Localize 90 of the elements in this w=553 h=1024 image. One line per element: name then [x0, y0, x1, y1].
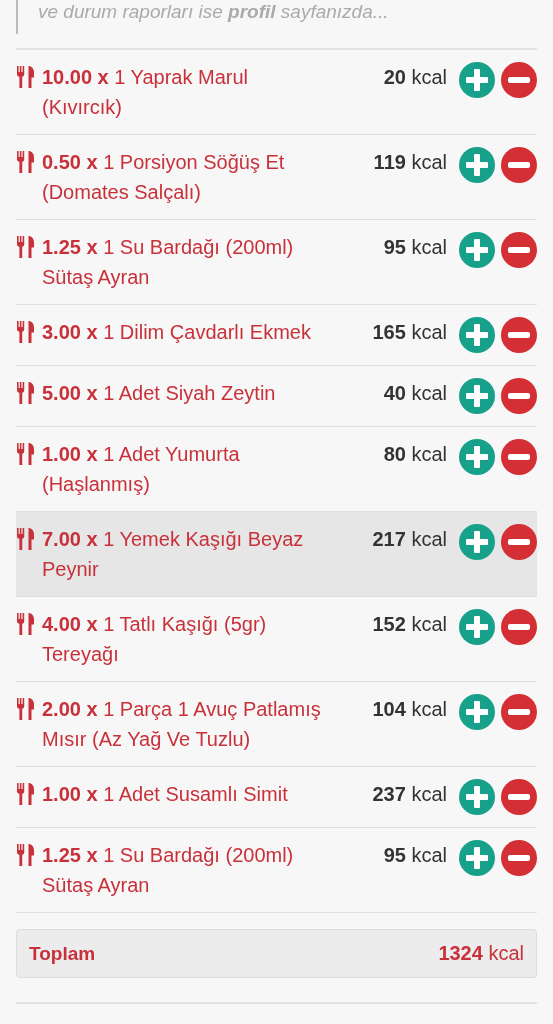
- food-entry: 1.00 x 1 Adet Yumurta (Haşlanmış): [41, 442, 241, 497]
- plus-icon: [466, 616, 488, 638]
- add-button[interactable]: [459, 439, 495, 475]
- plus-icon: [466, 154, 488, 176]
- plus-icon: [466, 531, 488, 553]
- add-button[interactable]: [459, 147, 495, 183]
- fork-knife-icon: [16, 151, 36, 173]
- add-button[interactable]: [459, 840, 495, 876]
- food-entry: 0.50 x 1 Porsiyon Söğüş Et (Domates Salçalı): [41, 150, 286, 205]
- plus-icon: [466, 446, 488, 468]
- fork-knife-icon: [16, 613, 36, 635]
- calorie-value: 165 kcal: [371, 320, 447, 345]
- calorie-value: 152 kcal: [371, 612, 447, 637]
- fork-knife-icon: [16, 783, 36, 805]
- remove-button[interactable]: [501, 524, 537, 560]
- add-button[interactable]: [459, 62, 495, 98]
- minus-icon: [508, 162, 530, 168]
- add-button[interactable]: [459, 378, 495, 414]
- plus-icon: [466, 786, 488, 808]
- remove-button[interactable]: [501, 232, 537, 268]
- calorie-value: 119 kcal: [372, 150, 447, 175]
- remove-button[interactable]: [501, 609, 537, 645]
- fork-knife-icon: [16, 236, 36, 258]
- remove-button[interactable]: [501, 378, 537, 414]
- calorie-value: 40 kcal: [382, 381, 447, 406]
- food-row[interactable]: 4.00 x 1 Tatlı Kaşığı (5gr) Tereyağı 152 kcal: [16, 597, 537, 682]
- add-button[interactable]: [459, 317, 495, 353]
- calorie-value: 20 kcal: [382, 65, 447, 90]
- minus-icon: [508, 624, 530, 630]
- minus-icon: [508, 539, 530, 545]
- remove-button[interactable]: [501, 779, 537, 815]
- food-entry: 1.25 x 1 Su Bardağı (200ml) Sütaş Ayran: [41, 843, 295, 898]
- food-entry: 1.25 x 1 Su Bardağı (200ml) Sütaş Ayran: [41, 235, 295, 290]
- minus-icon: [508, 332, 530, 338]
- minus-icon: [508, 855, 530, 861]
- add-button[interactable]: [459, 609, 495, 645]
- food-entry: 2.00 x 1 Parça 1 Avuç Patlamış Mısır (Az Yağ Ve Tuzlu): [41, 697, 322, 752]
- food-row[interactable]: 5.00 x 1 Adet Siyah Zeytin 40 kcal: [16, 366, 537, 427]
- fork-knife-icon: [16, 698, 36, 720]
- remove-button[interactable]: [501, 147, 537, 183]
- total-label: Toplam: [29, 942, 96, 965]
- minus-icon: [508, 709, 530, 715]
- food-row[interactable]: 7.00 x 1 Yemek Kaşığı Beyaz Peynir 217 kcal: [16, 512, 537, 597]
- note-text: ve durum raporları ise profil sayfanızda...: [38, 1, 389, 22]
- plus-icon: [466, 385, 488, 407]
- remove-button[interactable]: [501, 317, 537, 353]
- fork-knife-icon: [16, 321, 36, 343]
- remove-button[interactable]: [501, 840, 537, 876]
- food-row[interactable]: 10.00 x 1 Yaprak Marul (Kıvırcık) 20 kcal: [16, 50, 537, 135]
- food-row[interactable]: 1.25 x 1 Su Bardağı (200ml) Sütaş Ayran 95 kcal: [16, 828, 537, 913]
- plus-icon: [466, 324, 488, 346]
- calorie-value: 80 kcal: [382, 442, 447, 467]
- fork-knife-icon: [16, 443, 36, 465]
- add-button[interactable]: [459, 694, 495, 730]
- food-row[interactable]: 2.00 x 1 Parça 1 Avuç Patlamış Mısır (Az Yağ Ve Tuzlu) 104 kcal: [16, 682, 537, 767]
- calorie-value: 104 kcal: [371, 697, 447, 722]
- remove-button[interactable]: [501, 694, 537, 730]
- food-entry: 7.00 x 1 Yemek Kaşığı Beyaz Peynir: [41, 527, 305, 582]
- food-entry: 1.00 x 1 Adet Susamlı Simit: [41, 782, 289, 807]
- food-row[interactable]: 1.00 x 1 Adet Susamlı Simit 237 kcal: [16, 767, 537, 828]
- calorie-value: 95 kcal: [382, 235, 447, 260]
- add-button[interactable]: [459, 779, 495, 815]
- food-entry: 5.00 x 1 Adet Siyah Zeytin: [41, 381, 277, 406]
- fork-knife-icon: [16, 844, 36, 866]
- minus-icon: [508, 77, 530, 83]
- total-value: 1324 kcal: [438, 942, 524, 965]
- plus-icon: [466, 69, 488, 91]
- fork-knife-icon: [16, 528, 36, 550]
- plus-icon: [466, 701, 488, 723]
- remove-button[interactable]: [501, 439, 537, 475]
- food-row[interactable]: 0.50 x 1 Porsiyon Söğüş Et (Domates Salçalı) 119 kcal: [16, 135, 537, 220]
- calorie-value: 217 kcal: [371, 527, 447, 552]
- plus-icon: [466, 847, 488, 869]
- plus-icon: [466, 239, 488, 261]
- fork-knife-icon: [16, 66, 36, 88]
- food-entry: 10.00 x 1 Yaprak Marul (Kıvırcık): [41, 65, 250, 120]
- food-row[interactable]: 1.25 x 1 Su Bardağı (200ml) Sütaş Ayran 95 kcal: [16, 220, 537, 305]
- calorie-value: 237 kcal: [371, 782, 447, 807]
- remove-button[interactable]: [501, 62, 537, 98]
- minus-icon: [508, 794, 530, 800]
- food-row[interactable]: 3.00 x 1 Dilim Çavdarlı Ekmek 165 kcal: [16, 305, 537, 366]
- calorie-value: 95 kcal: [382, 843, 447, 868]
- fork-knife-icon: [16, 382, 36, 404]
- food-entry: 3.00 x 1 Dilim Çavdarlı Ekmek: [41, 320, 312, 345]
- minus-icon: [508, 393, 530, 399]
- food-entry: 4.00 x 1 Tatlı Kaşığı (5gr) Tereyağı: [41, 612, 268, 667]
- minus-icon: [508, 454, 530, 460]
- add-button[interactable]: [459, 524, 495, 560]
- add-button[interactable]: [459, 232, 495, 268]
- minus-icon: [508, 247, 530, 253]
